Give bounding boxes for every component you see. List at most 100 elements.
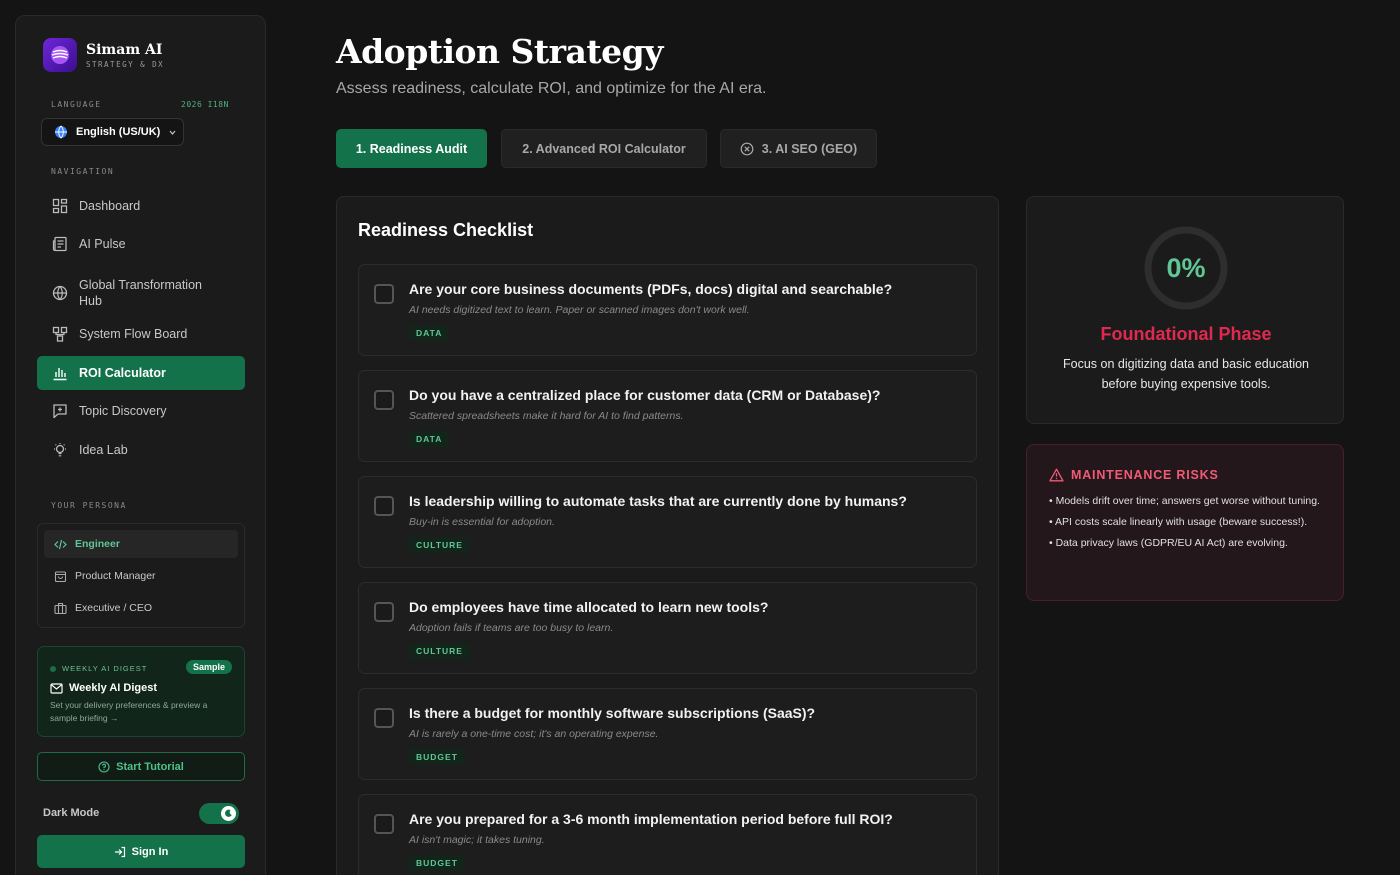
tab-label: 1. Readiness Audit	[355, 141, 468, 156]
status-dot-icon	[50, 665, 56, 672]
code-icon	[54, 537, 68, 551]
risk-item: • API costs scale linearly with usage (b…	[1049, 516, 1308, 528]
tab-ai-seo-geo[interactable]: 3. AI SEO (GEO)	[720, 129, 877, 168]
brand[interactable]: Simam AI STRATEGY & DX	[43, 38, 164, 72]
category-tag: BUDGET	[409, 749, 465, 765]
category-tag: CULTURE	[409, 643, 470, 659]
log-in-icon	[114, 846, 126, 858]
nav-item-label: ROI Calculator	[79, 366, 166, 380]
sample-badge: Sample	[185, 660, 232, 674]
checkbox[interactable]	[374, 496, 394, 516]
page-subtitle: Assess readiness, calculate ROI, and opt…	[336, 80, 767, 97]
checklist-item[interactable]: Are you prepared for a 3-6 month impleme…	[358, 794, 977, 875]
persona-executive-ceo[interactable]: Executive / CEO	[44, 594, 238, 622]
nav-item-label: Global Transformation Hub	[79, 278, 202, 308]
dark-mode-toggle[interactable]	[199, 803, 239, 824]
checkbox[interactable]	[374, 814, 394, 834]
checklist-hint: AI needs digitized text to learn. Paper …	[409, 304, 750, 316]
tab-label: 2. Advanced ROI Calculator	[522, 141, 686, 156]
grid-icon	[51, 197, 69, 215]
logo-icon	[43, 38, 77, 72]
lightbulb-icon	[51, 441, 69, 459]
checklist-item[interactable]: Do you have a centralized place for cust…	[358, 370, 977, 462]
persona-label: Executive / CEO	[75, 602, 153, 614]
page-title: Adoption Strategy	[336, 32, 663, 71]
digest-label: WEEKLY AI DIGEST	[62, 664, 148, 673]
sign-in-button[interactable]: Sign In	[37, 835, 245, 868]
category-tag: DATA	[409, 325, 450, 341]
flow-icon	[51, 325, 69, 343]
weekly-digest-card[interactable]: WEEKLY AI DIGEST Sample Weekly AI Digest…	[37, 646, 245, 737]
nav-item-ai-pulse[interactable]: AI Pulse	[37, 227, 245, 261]
start-tutorial-label: Start Tutorial	[116, 760, 184, 773]
message-plus-icon	[51, 402, 69, 420]
checklist-question: Are you prepared for a 3-6 month impleme…	[409, 811, 893, 827]
readiness-checklist: Readiness Checklist Are your core busine…	[336, 196, 999, 875]
nav-item-system-flow-board[interactable]: System Flow Board	[37, 317, 245, 351]
checklist-question: Do you have a centralized place for cust…	[409, 387, 881, 403]
checklist-item[interactable]: Is there a budget for monthly software s…	[358, 688, 977, 780]
checklist-hint: Adoption fails if teams are too busy to …	[409, 622, 614, 634]
digest-label-row: WEEKLY AI DIGEST	[50, 664, 147, 673]
brand-name: Simam AI	[86, 41, 163, 58]
checkbox[interactable]	[374, 602, 394, 622]
globe-icon	[51, 284, 69, 302]
checklist-item[interactable]: Is leadership willing to automate tasks …	[358, 476, 977, 568]
maintenance-risks-card: MAINTENANCE RISKS • Models drift over ti…	[1026, 444, 1344, 601]
risk-title-row: MAINTENANCE RISKS	[1049, 468, 1219, 482]
nav-item-topic-discovery[interactable]: Topic Discovery	[37, 394, 245, 428]
nav-item-idea-lab[interactable]: Idea Lab	[37, 433, 245, 467]
tab-label: 3. AI SEO (GEO)	[761, 141, 858, 156]
category-tag: DATA	[409, 431, 450, 447]
readiness-score-card: 0% Foundational Phase Focus on digitizin…	[1026, 196, 1344, 424]
checklist-hint: Scattered spreadsheets make it hard for …	[409, 410, 684, 422]
nav-item-dashboard[interactable]: Dashboard	[37, 189, 245, 223]
brand-subtitle: STRATEGY & DX	[86, 59, 165, 69]
language-selected: English (US/UK)	[76, 126, 161, 138]
digest-title-row: Weekly AI Digest	[50, 682, 157, 694]
nav-item-label: Dashboard	[79, 199, 141, 213]
sidebar: Simam AI STRATEGY & DX LANGUAGE 2026 I18…	[15, 15, 266, 875]
language-select[interactable]: English (US/UK)	[41, 118, 184, 146]
newspaper-icon	[51, 235, 69, 253]
checkbox[interactable]	[374, 708, 394, 728]
x-circle-icon	[740, 142, 754, 156]
start-tutorial-button[interactable]: Start Tutorial	[37, 752, 245, 781]
i18n-tag: 2026 I18N	[181, 100, 229, 109]
checklist-item[interactable]: Are your core business documents (PDFs, …	[358, 264, 977, 356]
persona-section-label: YOUR PERSONA	[51, 501, 127, 510]
checklist-hint: Buy-in is essential for adoption.	[409, 516, 555, 528]
moon-icon	[221, 806, 236, 821]
sign-in-label: Sign In	[131, 845, 169, 858]
checklist-hint: AI isn't magic; it takes tuning.	[409, 834, 545, 846]
bar-chart-icon	[51, 364, 69, 382]
checkbox[interactable]	[374, 390, 394, 410]
checklist-question: Are your core business documents (PDFs, …	[409, 281, 893, 297]
persona-engineer[interactable]: Engineer	[44, 530, 238, 558]
checklist-question: Is there a budget for monthly software s…	[409, 705, 816, 721]
category-tag: CULTURE	[409, 537, 470, 553]
checkbox[interactable]	[374, 284, 394, 304]
navigation-section-label: NAVIGATION	[51, 167, 115, 176]
warning-triangle-icon	[1049, 468, 1064, 482]
checklist-item[interactable]: Do employees have time allocated to lear…	[358, 582, 977, 674]
nav-item-label: Topic Discovery	[79, 404, 167, 418]
digest-title: Weekly AI Digest	[69, 682, 158, 694]
digest-description[interactable]: Set your delivery preferences & preview …	[50, 699, 235, 725]
nav-item-global-transformation-hub[interactable]: Global Transformation Hub	[37, 273, 245, 313]
tab-advanced-roi-calculator[interactable]: 2. Advanced ROI Calculator	[501, 129, 707, 168]
persona-list: Engineer Product Manager Executive / CEO	[37, 523, 245, 628]
mail-icon	[50, 682, 63, 694]
tab-readiness-audit[interactable]: 1. Readiness Audit	[336, 129, 487, 168]
risk-list: • Models drift over time; answers get wo…	[1049, 494, 1329, 557]
category-tag: BUDGET	[409, 855, 465, 871]
nav-item-label: AI Pulse	[79, 237, 126, 251]
score-value: 0%	[1166, 252, 1206, 283]
checklist-question: Is leadership willing to automate tasks …	[409, 493, 907, 509]
persona-label: Engineer	[75, 538, 120, 550]
persona-product-manager[interactable]: Product Manager	[44, 562, 238, 590]
nav-item-roi-calculator[interactable]: ROI Calculator	[37, 356, 245, 390]
nav-item-label: System Flow Board	[79, 327, 188, 341]
shopping-bag-icon	[54, 569, 68, 583]
checklist-question: Do employees have time allocated to lear…	[409, 599, 769, 615]
